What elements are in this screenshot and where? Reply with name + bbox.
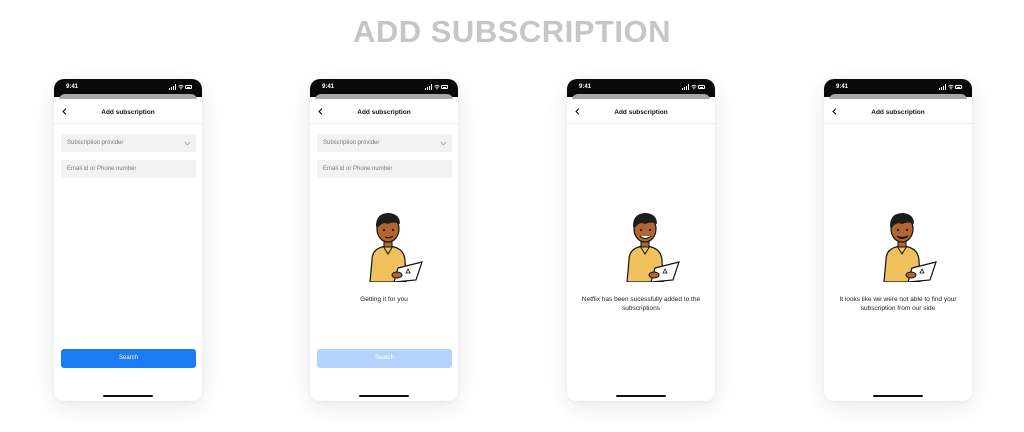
page-title: ADD SUBSCRIPTION bbox=[352, 14, 671, 49]
screen-content: Add subscription It looks like we were n… bbox=[824, 99, 972, 401]
screen-content: Add subscription Netflix has been sucess… bbox=[567, 99, 715, 401]
not-found-message: It looks like we were not able to find y… bbox=[839, 296, 957, 312]
home-indicator bbox=[616, 395, 666, 397]
search-button[interactable]: Search bbox=[61, 349, 196, 368]
home-indicator bbox=[103, 395, 153, 397]
wifi-icon bbox=[178, 84, 184, 90]
chevron-down-icon bbox=[440, 141, 447, 146]
wifi-icon bbox=[434, 84, 440, 90]
signal-icon bbox=[425, 84, 433, 90]
nav-bar: Add subscription bbox=[54, 99, 202, 124]
battery-icon bbox=[185, 85, 192, 89]
person-with-laptop-illustration bbox=[369, 213, 423, 282]
status-time: 9:41 bbox=[66, 84, 79, 90]
email-or-phone-input[interactable]: Email id or Phone number bbox=[317, 160, 452, 178]
signal-icon bbox=[169, 84, 177, 90]
phone-screen-success: 9:41 Add subscription Netflix has been s… bbox=[567, 79, 715, 401]
battery-icon bbox=[441, 85, 448, 89]
phone-screen-search-form: 9:41 Add subscription Subscription provi… bbox=[54, 79, 202, 401]
signal-icon bbox=[682, 84, 690, 90]
chevron-down-icon bbox=[184, 141, 191, 146]
loading-message: Getting it for you bbox=[360, 296, 408, 303]
battery-icon bbox=[955, 85, 962, 89]
nav-title: Add subscription bbox=[614, 109, 668, 116]
status-icons bbox=[939, 84, 963, 90]
phone-screen-loading: 9:41 Add subscription Subscription provi… bbox=[310, 79, 458, 401]
email-or-phone-input[interactable]: Email id or Phone number bbox=[61, 160, 196, 178]
status-time: 9:41 bbox=[322, 84, 335, 90]
home-indicator bbox=[359, 395, 409, 397]
screen-content: Add subscription Subscription provider E… bbox=[54, 99, 202, 401]
email-placeholder: Email id or Phone number bbox=[323, 166, 393, 172]
person-with-laptop-illustration bbox=[883, 213, 937, 282]
status-icons bbox=[425, 84, 449, 90]
provider-placeholder: Subscription provider bbox=[323, 140, 380, 146]
screen-content: Add subscription Subscription provider E… bbox=[310, 99, 458, 401]
nav-bar: Add subscription bbox=[567, 99, 715, 124]
search-button-disabled[interactable]: Search bbox=[317, 349, 452, 368]
nav-title: Add subscription bbox=[871, 109, 925, 116]
nav-title: Add subscription bbox=[357, 109, 411, 116]
status-icons bbox=[169, 84, 193, 90]
email-placeholder: Email id or Phone number bbox=[67, 166, 137, 172]
phone-screen-not-found: 9:41 Add subscription It looks like we w… bbox=[824, 79, 972, 401]
nav-bar: Add subscription bbox=[824, 99, 972, 124]
signal-icon bbox=[939, 84, 947, 90]
home-indicator bbox=[873, 395, 923, 397]
wifi-icon bbox=[691, 84, 697, 90]
battery-icon bbox=[698, 85, 705, 89]
wifi-icon bbox=[948, 84, 954, 90]
success-message: Netflix has been sucessfully added to th… bbox=[581, 296, 701, 312]
person-with-laptop-illustration bbox=[626, 213, 680, 282]
provider-placeholder: Subscription provider bbox=[67, 140, 124, 146]
subscription-provider-dropdown[interactable]: Subscription provider bbox=[317, 134, 452, 152]
status-time: 9:41 bbox=[579, 84, 592, 90]
subscription-provider-dropdown[interactable]: Subscription provider bbox=[61, 134, 196, 152]
status-time: 9:41 bbox=[836, 84, 849, 90]
nav-bar: Add subscription bbox=[310, 99, 458, 124]
nav-title: Add subscription bbox=[101, 109, 155, 116]
status-icons bbox=[682, 84, 706, 90]
